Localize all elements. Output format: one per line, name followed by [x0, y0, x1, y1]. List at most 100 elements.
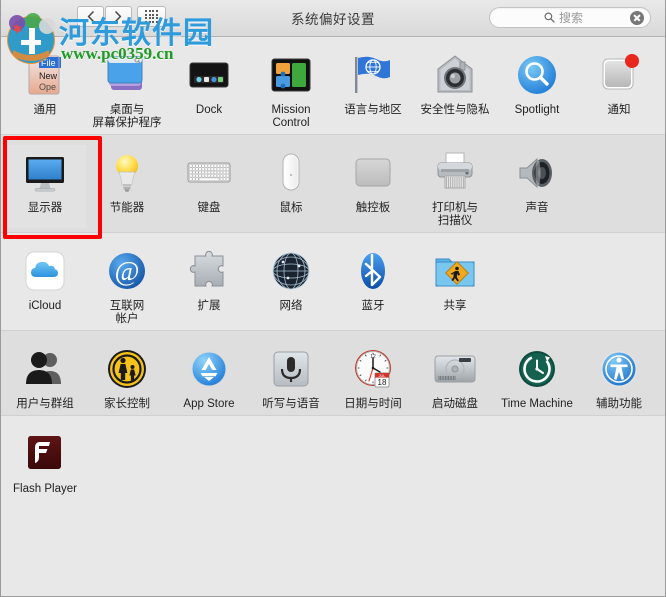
search-icon [544, 12, 555, 23]
network-icon [267, 247, 315, 295]
pref-pane-label: 触控板 [355, 202, 391, 214]
pref-pane-flash-player[interactable]: Flash Player [4, 426, 86, 496]
pref-pane-accessibility[interactable]: 辅助功能 [578, 341, 660, 411]
sharing-icon [431, 247, 479, 295]
window-titlebar: 系统偏好设置 [1, 0, 665, 37]
svg-text:New: New [39, 71, 58, 81]
printers-scanners-icon [431, 149, 479, 197]
forward-button[interactable] [105, 6, 132, 27]
pref-pane-mouse[interactable]: 鼠标 [250, 145, 332, 228]
pref-pane-sound[interactable]: 声音 [496, 145, 578, 228]
pane-row: Flash Player [1, 426, 665, 496]
trackpad-icon [349, 149, 397, 197]
pref-pane-keyboard[interactable]: 键盘 [168, 145, 250, 228]
internet-accounts-icon: @ [103, 247, 151, 295]
pref-pane-date-time[interactable]: 12 JUL 18 日期与时间 [332, 341, 414, 411]
pref-pane-label: 共享 [443, 300, 467, 312]
keyboard-icon [185, 149, 233, 197]
preference-panes-grid: File New Ope 通用 桌面与 屏幕保护程序 Dock Mission … [1, 37, 665, 500]
clear-search-button[interactable] [630, 10, 644, 25]
parental-controls-icon [103, 345, 151, 393]
svg-text:File: File [41, 58, 56, 68]
pref-pane-language-region[interactable]: 语言与地区 [332, 47, 414, 130]
chevron-right-icon [115, 11, 122, 22]
security-privacy-icon [431, 51, 479, 99]
svg-text:@: @ [115, 256, 140, 286]
pref-pane-label: 辅助功能 [596, 398, 642, 410]
pref-pane-label: 扩展 [197, 300, 221, 312]
pref-pane-notifications[interactable]: 通知 [578, 47, 660, 130]
pref-pane-label: 声音 [525, 202, 549, 214]
extensions-icon [185, 247, 233, 295]
pref-pane-icloud[interactable]: iCloud [4, 243, 86, 326]
navigation-buttons [77, 6, 132, 27]
pref-pane-label: 家长控制 [104, 398, 150, 410]
pref-pane-desktop-screensaver[interactable]: 桌面与 屏幕保护程序 [86, 47, 168, 130]
pane-row: iCloud @ 互联网 帐户 扩展 网络 蓝牙 共享 [1, 243, 665, 326]
preference-row-3: 用户与群组 家长控制 App Store 听写与语音 12 JUL 18 日期与… [1, 331, 665, 416]
time-machine-icon [513, 345, 561, 393]
back-button[interactable] [77, 6, 104, 27]
pref-pane-label: 鼠标 [279, 202, 303, 214]
pref-pane-label: 节能器 [109, 202, 145, 214]
pref-pane-extensions[interactable]: 扩展 [168, 243, 250, 326]
pref-pane-label: 通知 [607, 104, 631, 116]
sound-icon [513, 149, 561, 197]
pref-pane-sharing[interactable]: 共享 [414, 243, 496, 326]
pref-pane-users-groups[interactable]: 用户与群组 [4, 341, 86, 411]
pref-pane-time-machine[interactable]: Time Machine [496, 341, 578, 411]
pref-pane-energy-saver[interactable]: 节能器 [86, 145, 168, 228]
pref-pane-label: 蓝牙 [361, 300, 385, 312]
pref-pane-internet-accounts[interactable]: @ 互联网 帐户 [86, 243, 168, 326]
search-field[interactable] [489, 7, 651, 28]
pref-pane-label: App Store [183, 398, 235, 410]
notifications-icon [595, 51, 643, 99]
displays-icon [21, 149, 69, 197]
pref-pane-label: 通用 [33, 104, 57, 116]
pref-pane-label: 用户与群组 [16, 398, 74, 410]
pref-pane-label: 启动磁盘 [432, 398, 478, 410]
pref-pane-trackpad[interactable]: 触控板 [332, 145, 414, 228]
preference-row-2: iCloud @ 互联网 帐户 扩展 网络 蓝牙 共享 [1, 233, 665, 331]
system-preferences-window: 系统偏好设置 File New Ope 通用 [0, 0, 666, 597]
pref-pane-displays[interactable]: 显示器 [3, 136, 102, 239]
pref-pane-dock[interactable]: Dock [168, 47, 250, 130]
pref-pane-label: 听写与语音 [262, 398, 320, 410]
spotlight-icon [513, 51, 561, 99]
pref-pane-printers-scanners[interactable]: 打印机与 扫描仪 [414, 145, 496, 228]
preference-row-4: Flash Player [1, 416, 665, 500]
dock-icon [185, 51, 233, 99]
pref-pane-label: Time Machine [501, 398, 573, 410]
pref-pane-parental-controls[interactable]: 家长控制 [86, 341, 168, 411]
pane-row: 用户与群组 家长控制 App Store 听写与语音 12 JUL 18 日期与… [1, 341, 665, 411]
pref-pane-dictation-speech[interactable]: 听写与语音 [250, 341, 332, 411]
pref-pane-label: Flash Player [13, 483, 77, 495]
pref-pane-label: 键盘 [197, 202, 221, 214]
energy-saver-icon [103, 149, 151, 197]
pref-pane-label: 语言与地区 [344, 104, 402, 116]
show-all-button[interactable] [137, 6, 166, 27]
dictation-speech-icon [267, 345, 315, 393]
pref-pane-app-store[interactable]: App Store [168, 341, 250, 411]
pref-pane-label: 安全性与隐私 [420, 104, 490, 116]
grid-icon [145, 10, 158, 23]
preference-row-0: File New Ope 通用 桌面与 屏幕保护程序 Dock Mission … [1, 37, 665, 135]
pref-pane-label: Dock [195, 104, 223, 116]
language-region-icon [349, 51, 397, 99]
pref-pane-spotlight[interactable]: Spotlight [496, 47, 578, 130]
pref-pane-label: 日期与时间 [344, 398, 402, 410]
svg-text:Ope: Ope [39, 82, 56, 92]
pref-pane-security-privacy[interactable]: 安全性与隐私 [414, 47, 496, 130]
app-store-icon [185, 345, 233, 393]
pref-pane-startup-disk[interactable]: 启动磁盘 [414, 341, 496, 411]
pref-pane-bluetooth[interactable]: 蓝牙 [332, 243, 414, 326]
pref-pane-label: Mission Control [271, 104, 311, 129]
pref-pane-general[interactable]: File New Ope 通用 [4, 47, 86, 130]
search-input[interactable] [559, 10, 623, 25]
pref-pane-mission-control[interactable]: Mission Control [250, 47, 332, 130]
general-icon: File New Ope [21, 51, 69, 99]
bluetooth-icon [349, 247, 397, 295]
pref-pane-network[interactable]: 网络 [250, 243, 332, 326]
desktop-screensaver-icon [103, 51, 151, 99]
svg-text:18: 18 [378, 378, 387, 387]
